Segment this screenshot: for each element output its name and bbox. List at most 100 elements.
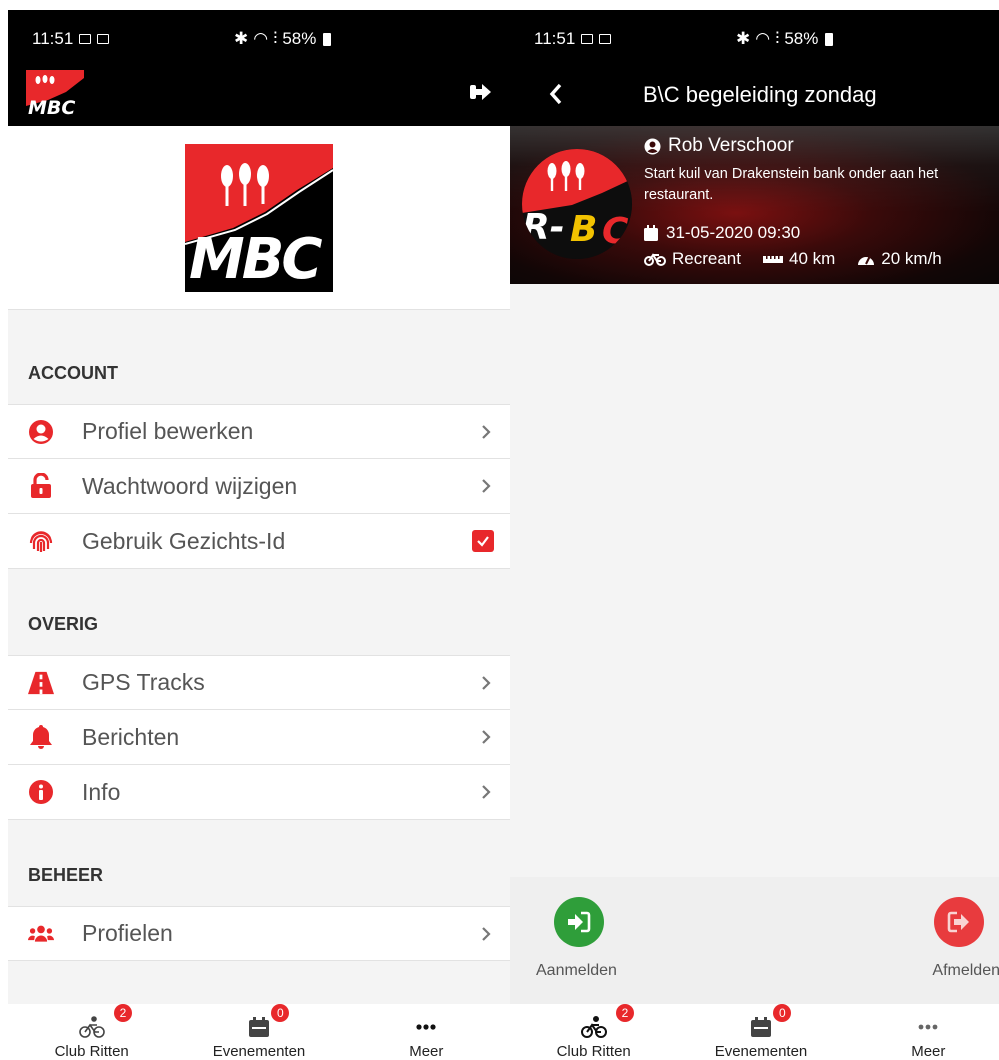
badge-count: 2: [114, 1004, 132, 1022]
svg-text:MBC: MBC: [28, 97, 75, 118]
battery-icon: [825, 32, 834, 46]
badge-count: 2: [616, 1004, 634, 1022]
calendar-icon: [750, 1017, 771, 1037]
nav-evenementen[interactable]: 0 Evenementen: [175, 1004, 342, 1060]
section-header-beheer: BEHEER: [28, 865, 104, 885]
nav-label: Evenementen: [212, 1043, 306, 1060]
menu-item-gps-tracks[interactable]: GPS Tracks: [8, 655, 510, 710]
afmelden-label: Afmelden: [932, 962, 999, 979]
chevron-right-icon: [482, 424, 491, 439]
status-time: 11:51: [32, 29, 74, 48]
users-icon: [28, 921, 54, 947]
beheer-list: Profielen: [8, 906, 510, 961]
menu-item-label: Info: [82, 778, 121, 805]
svg-text:C: C: [602, 211, 629, 252]
svg-text:MBC: MBC: [189, 227, 322, 292]
wifi-icon: ◠: [253, 29, 269, 48]
afmelden-button[interactable]: [934, 897, 984, 947]
section-header-overig: OVERIG: [28, 614, 99, 634]
mbc-logo-icon: MBC: [26, 70, 84, 118]
app-bar: B\C begeleiding zondag: [510, 64, 999, 126]
chevron-right-icon: [482, 926, 491, 941]
image-icon: [97, 34, 110, 44]
ride-card[interactable]: R- B C Rob Verschoor Start kuil van Drak…: [510, 126, 999, 284]
ride-owner-name: Rob Verschoor: [668, 135, 794, 156]
user-circle-icon: [644, 138, 661, 154]
more-dots-icon: [416, 1024, 436, 1030]
nav-meer[interactable]: Meer: [343, 1004, 510, 1060]
chevron-right-icon: [482, 675, 491, 690]
app-bar: MBC: [8, 64, 510, 126]
nav-label: Meer: [409, 1043, 444, 1060]
aanmelden-label: Aanmelden: [536, 962, 617, 979]
status-bar: 11:51 ✱ ◠ ⫶ 58%: [510, 10, 999, 68]
menu-item-profiel-bewerken[interactable]: Profiel bewerken: [8, 404, 510, 459]
overig-list: GPS Tracks Berichten Info: [8, 655, 510, 820]
ride-datetime: 31-05-2020 09:30: [666, 223, 801, 242]
menu-item-info[interactable]: Info: [8, 765, 510, 820]
ride-level: Recreant: [672, 249, 741, 268]
menu-item-label: Berichten: [82, 723, 180, 750]
chevron-right-icon: [482, 785, 491, 799]
nav-label: Club Ritten: [54, 1043, 129, 1060]
signal-icon: ⫶: [775, 29, 780, 48]
lock-open-icon: [28, 473, 54, 499]
status-time: 11:51: [534, 29, 576, 48]
menu-item-label: Profielen: [82, 920, 173, 946]
menu-item-label: Profiel bewerken: [82, 418, 254, 444]
menu-item-label: Wachtwoord wijzigen: [82, 472, 298, 499]
nav-club-ritten[interactable]: 2 Club Ritten: [8, 1004, 175, 1060]
nav-label: Club Ritten: [556, 1043, 631, 1060]
menu-item-wachtwoord-wijzigen[interactable]: Wachtwoord wijzigen: [8, 459, 510, 514]
badge-count: 0: [773, 1004, 792, 1022]
aanmelden-button[interactable]: [554, 897, 604, 947]
bluetooth-icon: ✱: [736, 29, 751, 48]
sign-in-icon: [568, 911, 591, 933]
menu-item-berichten[interactable]: Berichten: [8, 710, 510, 765]
chevron-left-icon: [549, 83, 562, 105]
bell-icon: [28, 724, 54, 750]
more-dots-icon: [918, 1024, 938, 1030]
back-button[interactable]: [544, 80, 568, 108]
status-bar: 11:51 ✱ ◠ ⫶ 58%: [8, 10, 510, 68]
nav-label: Meer: [911, 1043, 946, 1060]
calendar-icon: [644, 225, 658, 241]
cast-icon: [79, 34, 92, 44]
sign-out-icon: [947, 911, 969, 933]
speedometer-icon: [858, 255, 875, 265]
svg-text:B: B: [570, 209, 597, 250]
action-bar: Aanmelden Afmelden: [510, 877, 999, 1004]
face-id-checkbox[interactable]: [472, 530, 494, 552]
nav-meer[interactable]: Meer: [845, 1004, 999, 1060]
menu-item-profielen[interactable]: Profielen: [8, 906, 510, 961]
club-logo-area: MBC: [8, 126, 510, 310]
bicycle-icon: [644, 253, 666, 266]
logout-button[interactable]: [470, 81, 492, 103]
nav-club-ritten[interactable]: 2 Club Ritten: [510, 1004, 677, 1060]
ride-detail-screen: 11:51 ✱ ◠ ⫶ 58% B\C begeleiding zondag R…: [510, 10, 999, 1060]
menu-item-label: Gebruik Gezichts-Id: [82, 527, 286, 554]
road-icon: [28, 670, 54, 696]
bottom-nav: 2 Club Ritten 0 Evenementen Meer: [510, 1004, 999, 1060]
svg-text:R-: R-: [522, 207, 565, 248]
rbc-avatar: R- B C: [522, 149, 632, 259]
settings-screen: 11:51 ✱ ◠ ⫶ 58% MBC MBC ACCOUNT Profiel …: [8, 10, 510, 1060]
chevron-right-icon: [482, 730, 491, 744]
bicycle-icon: [78, 1016, 105, 1038]
page-title: B\C begeleiding zondag: [643, 82, 877, 107]
signal-icon: ⫶: [273, 29, 278, 48]
info-circle-icon: [28, 779, 54, 805]
nav-evenementen[interactable]: 0 Evenementen: [677, 1004, 844, 1060]
badge-count: 0: [271, 1004, 290, 1022]
fingerprint-icon: [28, 528, 54, 554]
menu-item-gezichts-id[interactable]: Gebruik Gezichts-Id: [8, 514, 510, 569]
chevron-right-icon: [482, 479, 491, 493]
cast-icon: [581, 34, 594, 44]
section-header-account: ACCOUNT: [28, 363, 118, 383]
battery-text: 58%: [784, 29, 819, 48]
battery-icon: [323, 32, 332, 46]
ride-description: Start kuil van Drakenstein bank onder aa…: [644, 166, 939, 203]
calendar-icon: [248, 1017, 269, 1037]
wifi-icon: ◠: [755, 29, 771, 48]
image-icon: [599, 34, 612, 44]
